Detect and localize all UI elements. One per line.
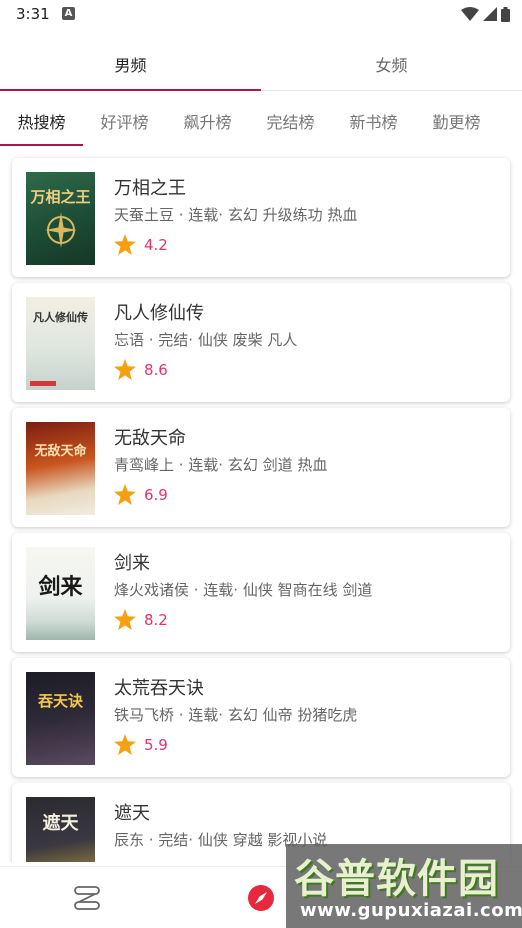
- rating-value: 6.9: [144, 485, 168, 504]
- book-list[interactable]: 万相之王 万相之王 天蚕土豆 · 连载· 玄幻 升级练功 热血 4.2 凡人修仙…: [0, 152, 522, 862]
- book-rating: 5.9: [114, 734, 168, 755]
- star-icon: [114, 734, 136, 755]
- book-title: 遮天: [114, 803, 150, 824]
- watermark-url: www.gupuxiazai.com: [300, 900, 522, 921]
- book-cover: 遮天: [26, 797, 95, 862]
- cover-publisher-badge: [30, 381, 56, 386]
- book-cover: 无敌天命: [26, 422, 95, 515]
- tab-frequent-update[interactable]: 勤更榜: [415, 96, 498, 146]
- tab-label: 飙升榜: [183, 113, 232, 132]
- watermark: 谷普软件园 www.gupuxiazai.com: [286, 844, 522, 928]
- book-title: 万相之王: [114, 178, 186, 199]
- rating-value: 4.2: [144, 235, 168, 254]
- tab-completed[interactable]: 完结榜: [249, 96, 332, 146]
- tab-male-label: 男频: [114, 56, 147, 75]
- status-icons: [461, 6, 510, 22]
- cover-title: 无敌天命: [34, 444, 87, 459]
- book-title: 剑来: [114, 553, 150, 574]
- book-meta: 青鸾峰上 · 连载· 玄幻 剑道 热血: [114, 456, 328, 474]
- tab-label: 完结榜: [266, 113, 315, 132]
- tab-label: 好评榜: [100, 113, 149, 132]
- tab-label: 热搜榜: [17, 113, 66, 132]
- rank-tabs: 热搜榜 好评榜 飙升榜 完结榜 新书榜 勤更榜: [0, 96, 522, 146]
- book-meta: 铁马飞桥 · 连载· 玄幻 仙帝 扮猪吃虎: [114, 706, 358, 724]
- book-title: 太荒吞天诀: [114, 678, 204, 699]
- rating-value: 5.9: [144, 735, 168, 754]
- book-cover: 万相之王: [26, 172, 95, 265]
- rating-value: 8.6: [144, 360, 168, 379]
- book-card[interactable]: 凡人修仙传 凡人修仙传 忘语 · 完结· 仙侠 废柴 凡人 8.6: [12, 283, 510, 402]
- book-card[interactable]: 剑来 剑来 烽火戏诸侯 · 连载· 仙侠 智商在线 剑道 8.2: [12, 533, 510, 652]
- tab-new-books[interactable]: 新书榜: [332, 96, 415, 146]
- tab-male[interactable]: 男频: [0, 38, 261, 91]
- nav-bookshelf[interactable]: [70, 881, 104, 915]
- status-time: 3:31: [16, 5, 50, 23]
- book-title: 无敌天命: [114, 428, 186, 449]
- book-card[interactable]: 吞天诀 太荒吞天诀 铁马飞桥 · 连载· 玄幻 仙帝 扮猪吃虎 5.9: [12, 658, 510, 777]
- book-meta: 忘语 · 完结· 仙侠 废柴 凡人: [114, 331, 298, 349]
- tab-female[interactable]: 女频: [261, 38, 522, 90]
- cover-title: 遮天: [42, 813, 79, 834]
- tab-hot-search[interactable]: 热搜榜: [0, 96, 83, 146]
- gender-tabs: 男频 女频: [0, 38, 522, 91]
- tab-label: 新书榜: [349, 113, 398, 132]
- cover-title: 万相之王: [30, 188, 91, 206]
- book-cover: 剑来: [26, 547, 95, 640]
- book-card[interactable]: 万相之王 万相之王 天蚕土豆 · 连载· 玄幻 升级练功 热血 4.2: [12, 158, 510, 277]
- book-meta: 烽火戏诸侯 · 连载· 仙侠 智商在线 剑道: [114, 581, 373, 599]
- star-icon: [114, 609, 136, 630]
- battery-icon: [501, 6, 510, 22]
- watermark-logo: 谷普软件园: [294, 855, 499, 902]
- status-bar: 3:31 A: [0, 0, 522, 30]
- book-rating: 6.9: [114, 484, 168, 505]
- star-icon: [114, 484, 136, 505]
- nav-discover[interactable]: [244, 881, 278, 915]
- cover-title: 剑来: [38, 574, 83, 600]
- cover-title: 吞天诀: [37, 692, 83, 710]
- book-rating: 4.2: [114, 234, 168, 255]
- cover-emblem-icon: [45, 212, 77, 248]
- tab-female-label: 女频: [375, 56, 408, 75]
- book-cover: 吞天诀: [26, 672, 95, 765]
- book-cover: 凡人修仙传: [26, 297, 95, 390]
- book-card[interactable]: 无敌天命 无敌天命 青鸾峰上 · 连载· 玄幻 剑道 热血 6.9: [12, 408, 510, 527]
- bookshelf-icon: [74, 886, 100, 910]
- compass-icon: [248, 885, 274, 911]
- cover-title: 凡人修仙传: [33, 311, 88, 324]
- wifi-icon: [461, 7, 479, 21]
- star-icon: [114, 234, 136, 255]
- tab-label: 勤更榜: [432, 113, 481, 132]
- rating-value: 8.2: [144, 610, 168, 629]
- book-title: 凡人修仙传: [114, 303, 204, 324]
- notification-a-icon: A: [62, 7, 75, 20]
- book-rating: 8.6: [114, 359, 168, 380]
- signal-icon: [483, 7, 497, 21]
- star-icon: [114, 359, 136, 380]
- book-rating: 8.2: [114, 609, 168, 630]
- tab-good-review[interactable]: 好评榜: [83, 96, 166, 146]
- tab-rising[interactable]: 飙升榜: [166, 96, 249, 146]
- book-meta: 天蚕土豆 · 连载· 玄幻 升级练功 热血: [114, 206, 358, 224]
